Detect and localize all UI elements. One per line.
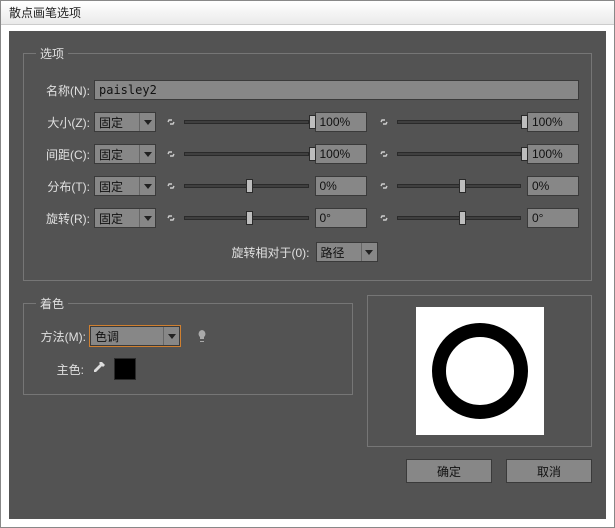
option-slider-2[interactable] bbox=[397, 209, 522, 227]
option-value-1[interactable] bbox=[315, 176, 367, 196]
option-label: 旋转(R): bbox=[36, 210, 94, 227]
tips-icon[interactable] bbox=[194, 328, 210, 344]
eyedropper-icon[interactable] bbox=[90, 360, 108, 378]
window-title: 散点画笔选项 bbox=[1, 1, 614, 25]
chevron-down-icon bbox=[139, 113, 155, 131]
option-mode-dropdown[interactable]: 固定 bbox=[94, 176, 156, 196]
link-icon[interactable] bbox=[375, 113, 393, 131]
option-slider-1[interactable] bbox=[184, 209, 309, 227]
preview-shape bbox=[432, 323, 528, 419]
option-value-2[interactable] bbox=[527, 112, 579, 132]
cancel-button[interactable]: 取消 bbox=[506, 459, 592, 483]
option-row: 大小(Z):固定 bbox=[36, 108, 579, 136]
option-mode-dropdown[interactable]: 固定 bbox=[94, 112, 156, 132]
option-row: 旋转(R):固定 bbox=[36, 204, 579, 232]
chevron-down-icon bbox=[139, 209, 155, 227]
option-mode-dropdown[interactable]: 固定 bbox=[94, 144, 156, 164]
method-dropdown[interactable]: 色调 bbox=[90, 326, 180, 346]
link-icon[interactable] bbox=[375, 209, 393, 227]
brush-preview bbox=[367, 295, 592, 447]
option-value-1[interactable] bbox=[315, 144, 367, 164]
option-slider-1[interactable] bbox=[184, 113, 309, 131]
rotation-relative-dropdown[interactable]: 路径 bbox=[316, 242, 378, 262]
option-slider-1[interactable] bbox=[184, 177, 309, 195]
option-slider-1[interactable] bbox=[184, 145, 309, 163]
options-group: 选项 名称(N): 大小(Z):固定间距(C):固定分布(T):固定旋转(R):… bbox=[23, 45, 592, 281]
option-value-2[interactable] bbox=[527, 144, 579, 164]
option-slider-2[interactable] bbox=[397, 145, 522, 163]
link-icon[interactable] bbox=[375, 145, 393, 163]
key-color-swatch[interactable] bbox=[114, 358, 136, 380]
options-legend: 选项 bbox=[36, 45, 68, 62]
link-icon[interactable] bbox=[162, 209, 180, 227]
option-slider-2[interactable] bbox=[397, 113, 522, 131]
option-value-1[interactable] bbox=[315, 208, 367, 228]
chevron-down-icon bbox=[361, 243, 377, 261]
name-input[interactable] bbox=[94, 80, 579, 100]
option-value-2[interactable] bbox=[527, 208, 579, 228]
method-label: 方法(M): bbox=[36, 328, 90, 345]
ok-button[interactable]: 确定 bbox=[406, 459, 492, 483]
chevron-down-icon bbox=[139, 177, 155, 195]
chevron-down-icon bbox=[163, 327, 179, 345]
option-row: 分布(T):固定 bbox=[36, 172, 579, 200]
option-label: 大小(Z): bbox=[36, 114, 94, 131]
key-color-label: 主色: bbox=[36, 361, 84, 378]
rotation-relative-label: 旋转相对于(0): bbox=[231, 244, 309, 261]
option-row: 间距(C):固定 bbox=[36, 140, 579, 168]
link-icon[interactable] bbox=[162, 177, 180, 195]
name-label: 名称(N): bbox=[36, 82, 94, 99]
option-value-1[interactable] bbox=[315, 112, 367, 132]
link-icon[interactable] bbox=[162, 145, 180, 163]
option-label: 分布(T): bbox=[36, 178, 94, 195]
option-label: 间距(C): bbox=[36, 146, 94, 163]
colorization-group: 着色 方法(M): 色调 主色: bbox=[23, 295, 353, 395]
option-value-2[interactable] bbox=[527, 176, 579, 196]
option-slider-2[interactable] bbox=[397, 177, 522, 195]
option-mode-dropdown[interactable]: 固定 bbox=[94, 208, 156, 228]
link-icon[interactable] bbox=[162, 113, 180, 131]
colorization-legend: 着色 bbox=[36, 295, 68, 312]
link-icon[interactable] bbox=[375, 177, 393, 195]
chevron-down-icon bbox=[139, 145, 155, 163]
